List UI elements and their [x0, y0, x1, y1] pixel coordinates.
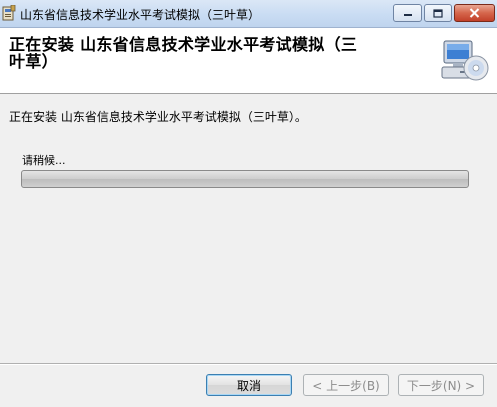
close-icon [469, 8, 480, 18]
maximize-icon [433, 8, 443, 18]
status-message: 正在安装 山东省信息技术学业水平考试模拟（三叶草）。 [9, 110, 307, 124]
maximize-button[interactable] [424, 4, 452, 22]
window-title: 山东省信息技术学业水平考试模拟（三叶草） [20, 8, 261, 22]
close-button[interactable] [454, 4, 495, 22]
installer-window: 山东省信息技术学业水平考试模拟（三叶草） 正在安装 山东省信息技术学业水平考试模… [0, 0, 497, 407]
next-button: 下一步(N) > [398, 374, 484, 396]
title-bar[interactable]: 山东省信息技术学业水平考试模拟（三叶草） [0, 0, 497, 28]
page-title: 正在安装 山东省信息技术学业水平考试模拟（三叶草） [9, 35, 358, 71]
footer-divider [0, 363, 497, 365]
back-button: < 上一步(B) [303, 374, 389, 396]
minimize-icon [403, 14, 412, 16]
header-banner: 正在安装 山东省信息技术学业水平考试模拟（三叶草） [0, 28, 497, 94]
minimize-button[interactable] [393, 4, 422, 22]
cancel-button[interactable]: 取消 [206, 374, 292, 396]
install-progress-bar [21, 170, 469, 188]
installer-app-icon [2, 5, 16, 21]
wait-label: 请稍候... [22, 154, 66, 167]
computer-cd-icon [441, 40, 489, 81]
